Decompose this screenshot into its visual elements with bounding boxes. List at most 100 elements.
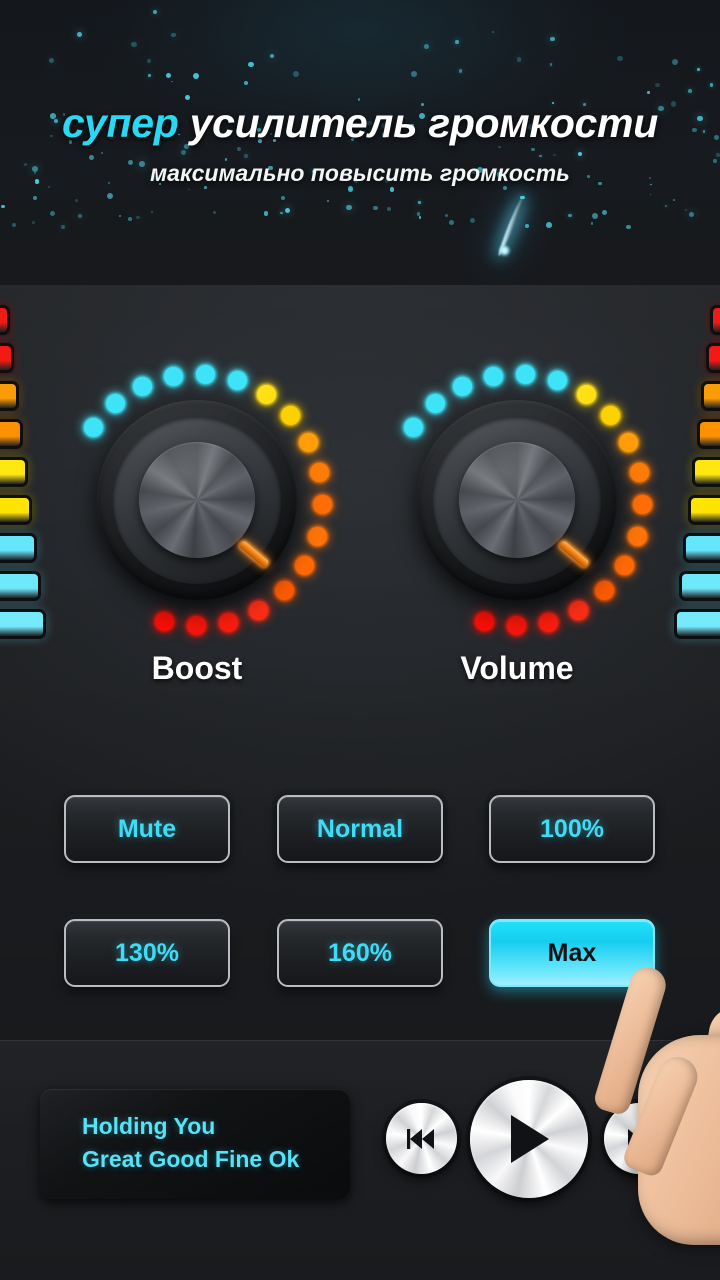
knob-body-volume[interactable] [417, 400, 617, 600]
header-banner: супер усилитель громкости максимально по… [0, 0, 720, 285]
star-dot [696, 68, 700, 72]
star-dot [263, 211, 269, 216]
knob-boost[interactable]: Boost [57, 360, 337, 686]
star-dot [445, 214, 449, 218]
star-dot [11, 222, 16, 227]
led-dot [163, 366, 183, 386]
led-dot [601, 406, 621, 426]
star-dot [131, 41, 138, 48]
star-dot [184, 94, 190, 100]
preset-button-label: 130% [115, 938, 179, 967]
star-dot [687, 88, 692, 93]
led-dot [619, 432, 639, 452]
star-dot [327, 199, 330, 202]
previous-track-button[interactable] [386, 1103, 457, 1174]
star-dot [546, 222, 552, 229]
led-dot [594, 581, 614, 601]
led-dot [299, 432, 319, 452]
led-dot [453, 376, 473, 396]
star-dot [448, 219, 454, 225]
preset-button-normal[interactable]: Normal [277, 795, 443, 863]
led-dot [628, 526, 648, 546]
led-dot [614, 556, 634, 576]
led-dot [630, 462, 650, 482]
led-dot [106, 394, 125, 414]
star-dot [346, 204, 352, 211]
star-dot [549, 63, 552, 66]
knob-label-volume: Volume [460, 650, 574, 686]
track-artist: Great Good Fine Ok [82, 1146, 300, 1172]
vu-meter-bar [0, 533, 37, 563]
star-dot [387, 206, 391, 211]
led-dot [195, 364, 215, 384]
led-dot [547, 371, 567, 391]
preset-button-p130[interactable]: 130% [64, 919, 230, 987]
play-button[interactable] [470, 1080, 588, 1198]
knob-volume[interactable]: Volume [377, 360, 657, 686]
star-dot [685, 209, 688, 212]
volume-booster-app: супер усилитель громкости максимально по… [0, 0, 720, 1280]
star-dot [188, 188, 191, 191]
led-dot [248, 600, 268, 620]
star-dot [516, 57, 522, 62]
star-dot [244, 153, 248, 158]
star-dot [269, 53, 275, 59]
preset-button-p100[interactable]: 100% [489, 795, 655, 863]
star-dot [491, 31, 495, 34]
star-dot [166, 73, 172, 79]
led-dot [310, 462, 330, 482]
knob-face-volume [459, 442, 575, 558]
star-dot [553, 153, 556, 157]
star-dot [243, 81, 248, 86]
star-dot [647, 90, 651, 94]
star-dot [455, 40, 459, 44]
led-dot [633, 495, 653, 515]
vu-meter-bar [0, 495, 32, 525]
led-dot [294, 556, 314, 576]
comet-head-icon [499, 245, 510, 256]
led-dot [274, 581, 294, 601]
star-dot [171, 80, 174, 83]
star-dot [32, 195, 37, 201]
preset-button-p160[interactable]: 160% [277, 919, 443, 987]
star-dot [673, 199, 675, 201]
knob-label-boost: Boost [151, 650, 243, 686]
star-dot [284, 208, 290, 214]
vu-meter-bar [0, 457, 28, 487]
star-dot [292, 71, 299, 78]
led-dot [218, 612, 238, 632]
star-dot [715, 152, 720, 157]
star-dot [171, 32, 177, 38]
star-dot [280, 211, 283, 214]
led-dot [568, 600, 588, 620]
vu-meter-bar [674, 609, 720, 639]
led-dot [515, 364, 535, 384]
knob-body-boost[interactable] [97, 400, 297, 600]
led-dot [154, 612, 174, 632]
star-dot [147, 73, 151, 78]
track-info-display: Holding You Great Good Fine Ok [40, 1089, 350, 1199]
star-dot [74, 199, 78, 202]
star-dot [591, 212, 598, 219]
star-dot [192, 72, 199, 79]
vu-meter-bar [692, 457, 720, 487]
star-dot [418, 215, 422, 219]
preset-button-mute[interactable]: Mute [64, 795, 230, 863]
page-title-rest: усилитель громкости [189, 100, 659, 146]
led-dot [474, 612, 494, 632]
star-dot [48, 57, 55, 64]
led-dot [538, 612, 558, 632]
vu-meter-bar [697, 419, 720, 449]
play-icon [511, 1115, 549, 1163]
star-dot [550, 36, 555, 42]
vu-meter-bar [683, 533, 720, 563]
star-dot [32, 221, 35, 224]
star-dot [688, 212, 695, 218]
vu-meter-bar [0, 571, 41, 601]
star-dot [146, 58, 152, 64]
vu-meter-bar [0, 343, 14, 373]
vu-meter-bar [701, 381, 720, 411]
led-dot [227, 371, 247, 391]
star-dot [389, 187, 394, 192]
star-dot [180, 149, 186, 155]
